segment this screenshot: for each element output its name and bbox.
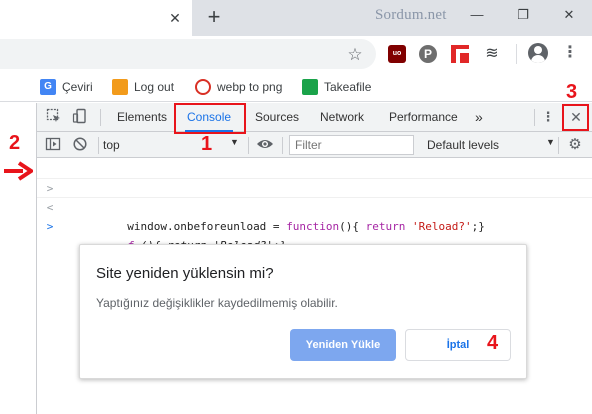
tab-sources[interactable]: Sources <box>255 103 299 132</box>
annotation-number-3: 3 <box>566 81 578 103</box>
dialog-message: Yaptığınız değişiklikler kaydedilmemiş o… <box>96 296 338 310</box>
profile-avatar-icon[interactable] <box>528 43 548 63</box>
inspect-element-icon[interactable] <box>45 108 63 126</box>
dialog-title: Site yeniden yüklensin mi? <box>96 265 274 282</box>
log-levels-select[interactable]: Default levels <box>427 135 499 155</box>
bookmark-webp-to-png[interactable]: webp to png <box>195 77 282 97</box>
live-expression-eye-icon[interactable] <box>256 136 274 154</box>
browser-tab[interactable]: ✕ <box>0 0 192 36</box>
bookmark-label: Takeafile <box>324 80 372 94</box>
window-close-icon[interactable]: ✕ <box>546 0 592 30</box>
annotation-number-2: 2 <box>9 132 21 154</box>
flipboard-extension-icon[interactable] <box>451 45 469 63</box>
console-line: < ƒ (){ return 'Reload?';} <box>37 179 592 252</box>
watermark: Sordum.net <box>375 7 447 23</box>
tab-elements[interactable]: Elements <box>117 103 167 132</box>
ublock-extension-icon[interactable]: uo <box>388 45 406 63</box>
screenshot-root: ✕ + Sordum.net — ❐ ✕ ☆ uo P ≋ ⋮ G Çeviri … <box>0 0 592 414</box>
console-line: > window.onbeforeunload = function(){ re… <box>37 160 592 233</box>
webp-icon <box>195 78 211 95</box>
title-bar: ✕ + Sordum.net — ❐ ✕ <box>0 0 592 36</box>
new-tab-icon[interactable]: + <box>203 5 225 29</box>
reload-button[interactable]: Yeniden Yükle <box>290 329 396 361</box>
restore-icon[interactable]: ❐ <box>500 0 546 30</box>
console-divider <box>98 137 99 154</box>
tab-close-icon[interactable]: ✕ <box>166 9 184 27</box>
pinterest-extension-icon[interactable]: P <box>419 45 437 63</box>
console-divider <box>248 137 249 154</box>
bookmark-star-icon[interactable]: ☆ <box>345 45 365 65</box>
takeafile-icon <box>302 78 318 95</box>
show-sidebar-icon[interactable] <box>44 136 62 154</box>
translate-icon: G <box>40 78 56 95</box>
console-prompt[interactable]: > <box>37 198 592 233</box>
more-tabs-icon[interactable]: » <box>475 103 483 132</box>
device-toolbar-icon[interactable] <box>71 108 89 126</box>
annotation-box-close <box>562 104 589 131</box>
console-divider <box>558 137 559 154</box>
annotation-arrow-icon <box>4 161 33 181</box>
tab-performance[interactable]: Performance <box>389 103 458 132</box>
console-filter-input[interactable] <box>289 135 414 155</box>
chevron-down-icon[interactable]: ▼ <box>546 137 555 147</box>
clear-console-icon[interactable] <box>71 136 89 154</box>
reload-confirm-dialog: Site yeniden yüklensin mi? Yaptığınız de… <box>79 244 527 379</box>
logout-icon <box>112 78 128 95</box>
console-toolbar: top ▼ Default levels ▼ ⚙ <box>37 132 592 158</box>
devtools-menu-icon[interactable]: ⋮ <box>539 108 557 126</box>
browser-toolbar: ☆ <box>0 36 592 72</box>
bookmark-label: Çeviri <box>62 80 93 94</box>
bookmark-ceviri[interactable]: G Çeviri <box>40 77 93 97</box>
bookmarks-bar: G Çeviri Log out webp to png Takeafile <box>0 72 592 102</box>
bookmark-takeafile[interactable]: Takeafile <box>302 77 371 97</box>
toolbar-divider <box>516 44 517 64</box>
annotation-number-4: 4 <box>487 332 499 354</box>
devtools-divider <box>534 109 535 126</box>
annotation-box-console-tab <box>174 103 246 134</box>
address-bar[interactable]: ☆ <box>0 39 376 69</box>
chevron-down-icon[interactable]: ▼ <box>230 137 239 147</box>
console-settings-gear-icon[interactable]: ⚙ <box>566 136 584 154</box>
console-divider <box>282 137 283 154</box>
bookmark-label: webp to png <box>217 80 283 94</box>
annotation-number-1: 1 <box>201 133 213 155</box>
bookmark-log-out[interactable]: Log out <box>112 77 174 97</box>
bookmark-label: Log out <box>134 80 175 94</box>
browser-menu-icon[interactable]: ⋮ <box>562 43 578 63</box>
context-select[interactable]: top <box>103 135 243 155</box>
devtools-divider <box>100 109 101 126</box>
tab-network[interactable]: Network <box>320 103 364 132</box>
layers-extension-icon[interactable]: ≋ <box>483 45 501 63</box>
minimize-icon[interactable]: — <box>454 0 500 30</box>
prompt-chevron-icon: > <box>46 220 54 233</box>
devtools-tab-bar: Elements Console Sources Network Perform… <box>37 103 592 132</box>
